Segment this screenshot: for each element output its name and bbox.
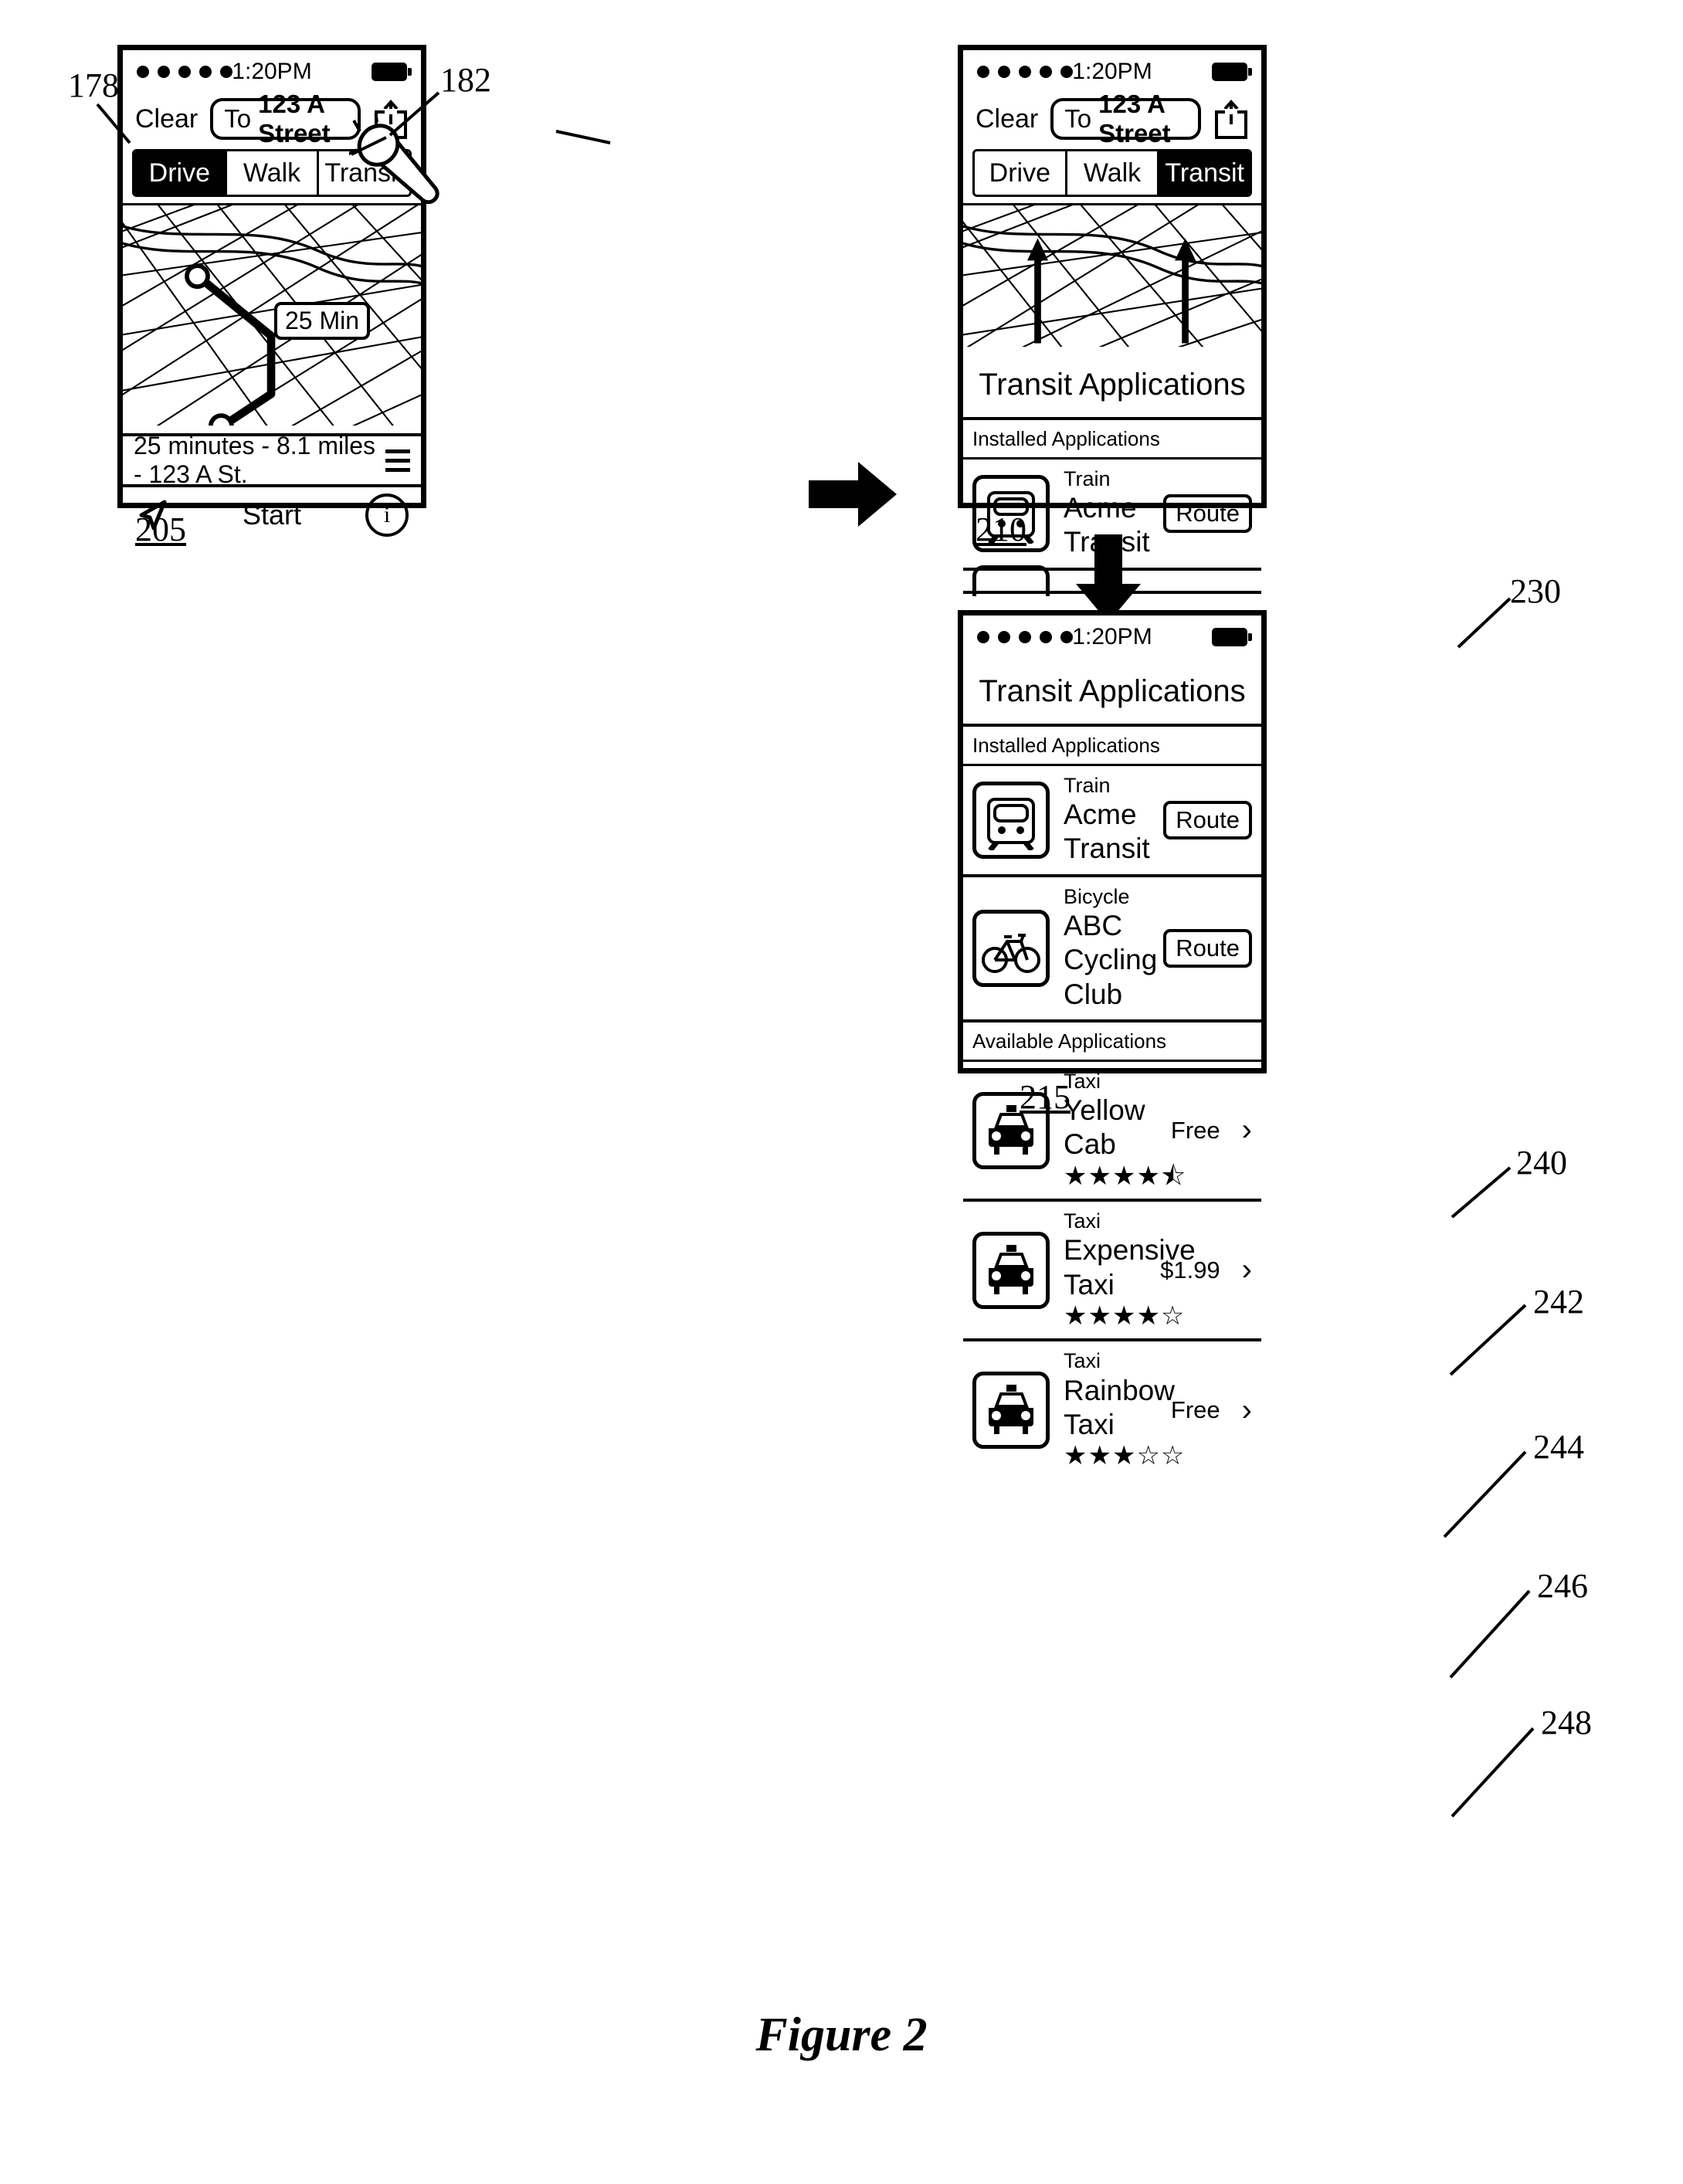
clear-button[interactable]: Clear: [976, 104, 1038, 134]
tab-drive[interactable]: Drive: [975, 151, 1065, 195]
train-icon: [972, 781, 1050, 859]
status-bar-205: 1:20PM: [123, 50, 421, 93]
app-name: Acme Transit: [1064, 799, 1150, 865]
chevron-right-icon[interactable]: ›: [1242, 1393, 1252, 1428]
app-name: ABC Cycling Club: [1064, 909, 1158, 1010]
app-text-block: Bicycle ABC Cycling Club: [1064, 884, 1158, 1012]
section-heading-installed: Installed Applications: [963, 727, 1261, 766]
destination-value: 123 A Street: [1098, 90, 1171, 148]
map-streets: [123, 205, 421, 426]
app-text-block: Train Acme Transit: [1064, 774, 1150, 866]
finger-pointer-icon: [349, 114, 439, 205]
tab-walk[interactable]: Walk: [1064, 151, 1158, 195]
route-time-badge: 25 Min: [274, 302, 371, 340]
map-streets: [963, 205, 1261, 348]
section-heading-installed: Installed Applications: [963, 420, 1261, 460]
app-price: Free: [1170, 1396, 1220, 1424]
taxi-icon: [972, 1372, 1050, 1450]
route-summary-bar: 25 minutes - 8.1 miles - 123 A St.: [123, 432, 421, 488]
status-bar-210: 1:20PM: [963, 50, 1261, 93]
app-category: Taxi: [1064, 1070, 1101, 1094]
app-row-expensive-taxi[interactable]: Taxi Expensive Taxi ★★★★☆ $1.99 ›: [963, 1202, 1261, 1342]
app-name: Yellow Cab: [1064, 1094, 1145, 1161]
app-category: Bicycle: [1064, 884, 1130, 908]
app-category: Train: [1064, 467, 1111, 490]
destination-prefix: To: [224, 104, 252, 133]
figure-canvas: 1:20PM Clear To 123 A Street Drive Walk …: [0, 0, 1683, 2184]
ref-244: 244: [1533, 1428, 1584, 1466]
destination-field[interactable]: To 123 A Street: [1050, 90, 1201, 148]
tab-walk[interactable]: Walk: [224, 151, 317, 195]
map-view-205[interactable]: 25 Min: [123, 203, 421, 433]
app-row-rainbow-taxi[interactable]: Taxi Rainbow Taxi ★★★☆☆ Free ›: [963, 1341, 1261, 1478]
app-category: Train: [1064, 774, 1111, 797]
chevron-right-icon[interactable]: ›: [1242, 1253, 1252, 1287]
mode-tabs-210: Drive Walk Transit: [963, 149, 1261, 203]
device-screen-210: 1:20PM Clear To 123 A Street Drive Walk …: [958, 45, 1267, 596]
flow-arrow-right: [809, 462, 897, 527]
rating-stars: ★★★★⯪: [1064, 1161, 1187, 1191]
ref-182: 182: [440, 61, 491, 99]
route-button[interactable]: Route: [1163, 493, 1252, 533]
route-summary-text: 25 minutes - 8.1 miles - 123 A St.: [134, 432, 376, 488]
battery-icon: [372, 63, 412, 81]
panel-title-215: Transit Applications: [963, 659, 1261, 727]
section-heading-available: Available Applications: [963, 1022, 1261, 1063]
ref-248: 248: [1541, 1704, 1592, 1741]
share-icon[interactable]: [1213, 98, 1249, 140]
panel-title-210: Transit Applications: [963, 352, 1261, 420]
map-view-210[interactable]: [963, 203, 1261, 352]
figure-label: Figure 2: [755, 2009, 928, 2061]
route-button[interactable]: Route: [1163, 928, 1252, 968]
destination-value: 123 A Street: [258, 90, 331, 148]
app-icon-partial: [972, 565, 1050, 596]
rating-stars: ★★★★☆: [1064, 1301, 1186, 1331]
rating-stars: ★★★☆☆: [1064, 1441, 1186, 1471]
app-category: Taxi: [1064, 1209, 1101, 1233]
app-price: Free: [1170, 1116, 1220, 1144]
clear-button[interactable]: Clear: [135, 104, 198, 134]
battery-icon: [1212, 628, 1252, 646]
ref-178: 178: [68, 66, 119, 104]
app-name: Expensive Taxi: [1064, 1234, 1196, 1301]
bicycle-icon: [972, 909, 1050, 987]
ref-230: 230: [1510, 572, 1561, 610]
app-name: Rainbow Taxi: [1064, 1374, 1175, 1440]
tab-transit[interactable]: Transit: [1157, 151, 1250, 195]
app-text-block: Taxi Rainbow Taxi ★★★☆☆: [1064, 1349, 1186, 1471]
taxi-icon: [972, 1231, 1050, 1309]
route-button[interactable]: Route: [1163, 800, 1252, 839]
app-text-block: Taxi Expensive Taxi ★★★★☆: [1064, 1209, 1196, 1331]
battery-icon: [1212, 63, 1252, 81]
app-price: $1.99: [1160, 1256, 1220, 1284]
app-text-block: Taxi Yellow Cab ★★★★⯪: [1064, 1070, 1187, 1191]
destination-prefix: To: [1064, 104, 1092, 133]
app-row-abc-cycling-club[interactable]: Bicycle ABC Cycling Club Route: [963, 877, 1261, 1023]
destination-field[interactable]: To 123 A Street: [210, 90, 361, 148]
app-row-yellow-cab[interactable]: Taxi Yellow Cab ★★★★⯪ Free ›: [963, 1062, 1261, 1202]
chevron-right-icon[interactable]: ›: [1242, 1113, 1252, 1148]
app-category: Taxi: [1064, 1349, 1101, 1373]
tab-drive[interactable]: Drive: [134, 151, 225, 195]
ref-215: 215: [1020, 1078, 1071, 1116]
status-bar-215: 1:20PM: [963, 616, 1261, 659]
nav-bar-210: Clear To 123 A Street: [963, 90, 1261, 149]
ref-246: 246: [1537, 1567, 1588, 1605]
ref-242: 242: [1533, 1283, 1584, 1321]
ref-205: 205: [135, 510, 186, 548]
ref-210: 210: [976, 510, 1026, 548]
device-screen-215: 1:20PM Transit Applications Installed Ap…: [958, 610, 1267, 1470]
app-row-acme-transit[interactable]: Train Acme Transit Route: [963, 766, 1261, 877]
ref-240: 240: [1516, 1144, 1567, 1182]
list-icon[interactable]: [385, 449, 410, 472]
